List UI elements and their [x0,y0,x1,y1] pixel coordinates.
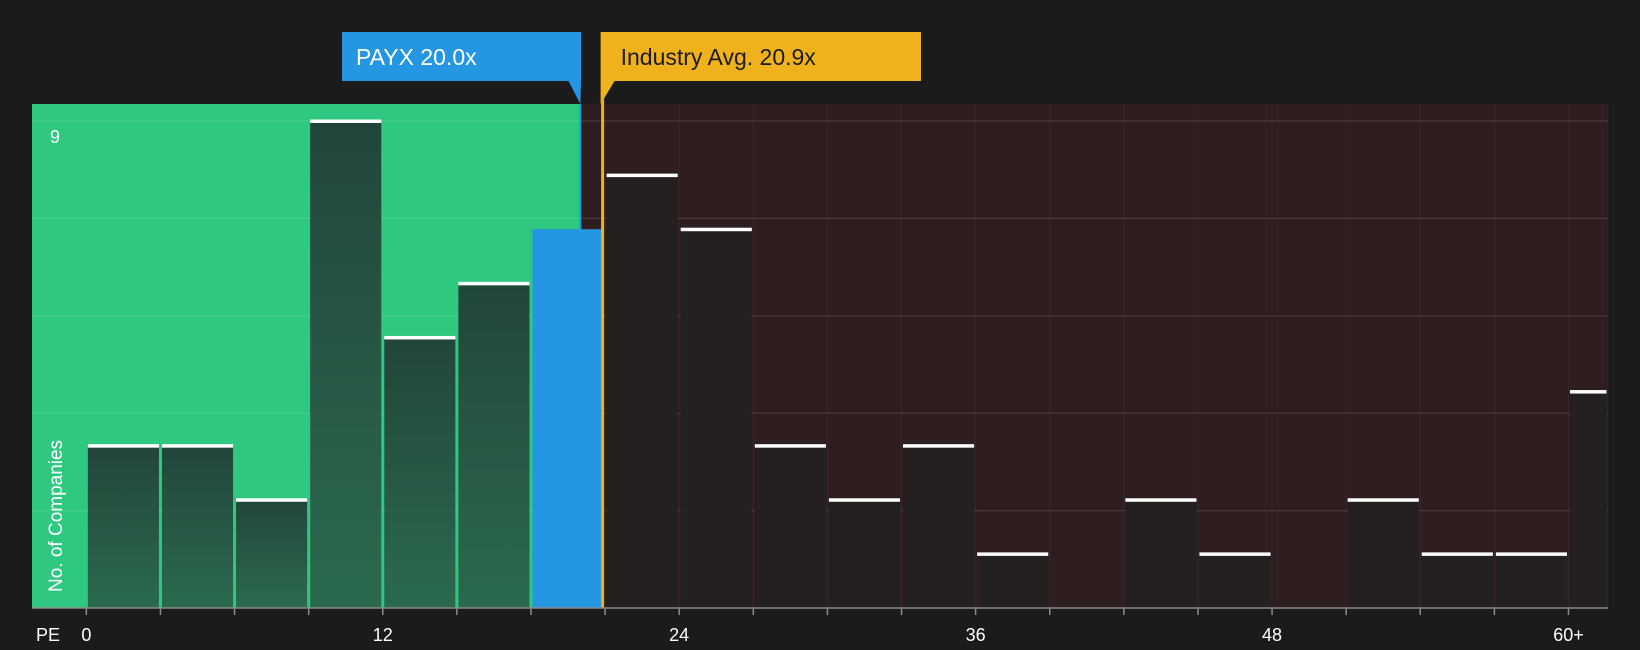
bar-cap [828,498,901,502]
histogram-bar [1199,553,1271,608]
histogram-bar [977,553,1049,608]
histogram-bar [161,445,234,608]
company-callout: PAYX 20.0x [342,32,581,104]
bar-cap [1125,498,1197,502]
bar-cap [87,444,159,448]
x-tick-label: 12 [373,625,393,645]
bar-cap [161,444,234,448]
histogram-bar [1347,499,1419,608]
histogram-bar [903,445,975,608]
bar-cap [384,335,456,340]
histogram-bar [606,175,678,608]
industry-callout: Industry Avg. 20.9x [600,32,921,104]
histogram-bar [1569,391,1607,608]
histogram-bar [1421,553,1493,608]
bar-cap [977,552,1049,556]
histogram-bar [754,445,826,608]
histogram-bar [828,499,901,608]
bar-cap [903,444,975,448]
histogram-bar [458,283,530,608]
bar-cap [236,498,308,502]
industry-callout-label: Industry Avg. 20.9x [621,44,817,70]
pe-distribution-chart: 0 12 24 36 48 60+ PE 9 No. of Companies PAYX … [32,32,1609,645]
bar-cap [680,227,752,232]
histogram-bar [384,337,456,608]
bar-cap [1421,552,1493,556]
company-callout-label: PAYX 20.0x [356,44,477,70]
bar-cap [1569,390,1607,394]
bar-cap [1495,552,1567,556]
x-tick-label: 60+ [1553,625,1584,645]
histogram-bar [532,229,604,608]
y-tick-label: 9 [50,127,60,147]
bar-cap [1199,552,1271,556]
histogram-bar [1125,499,1197,608]
bar-cap [458,281,530,286]
x-axis-prefix: PE [36,625,60,645]
x-tick-label: 48 [1262,625,1282,645]
bar-cap [754,444,826,448]
x-ticks: 0 12 24 36 48 60+ [81,608,1584,645]
histogram-bar [87,445,159,608]
histogram-bar [310,121,382,608]
y-axis-label: No. of Companies [46,440,67,592]
x-tick-label: 24 [669,625,689,645]
histogram-bar [1495,553,1567,608]
bar-cap [1347,498,1419,502]
x-tick-label: 0 [81,625,91,645]
histogram-bar [680,229,752,608]
bar-cap [310,119,382,123]
x-tick-label: 36 [966,625,986,645]
histogram-bar [236,499,308,608]
bar-cap [606,173,678,178]
